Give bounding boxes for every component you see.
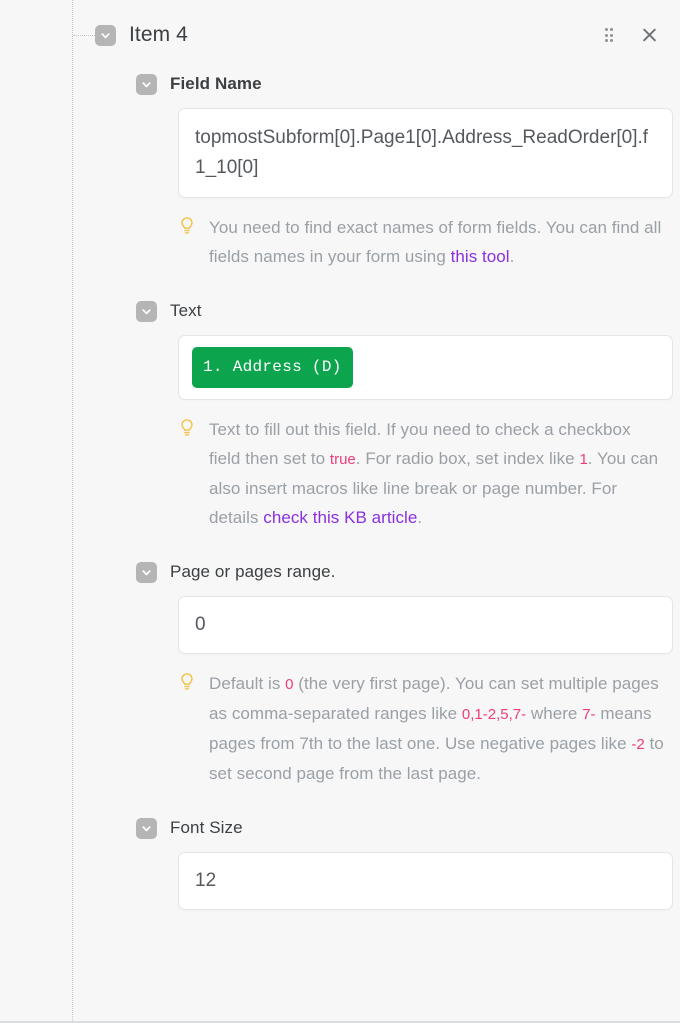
hint-code: 7- — [582, 706, 596, 723]
hint-link[interactable]: this tool — [451, 247, 510, 266]
hint-text: Text to fill out this field. If you need… — [136, 415, 680, 532]
input-font-size[interactable]: 12 — [178, 852, 673, 910]
hint-page-or-pages-range: Default is 0 (the very first page). You … — [136, 669, 680, 788]
lightbulb-icon — [181, 419, 193, 436]
input-wrap-page-or-pages-range: 0 — [136, 596, 680, 654]
hint-link[interactable]: check this KB article — [263, 508, 417, 527]
field-label-row-field-name: Field Name — [136, 70, 680, 98]
item-card-header: Item 4 — [95, 0, 680, 70]
input-wrap-field-name: topmostSubform[0].Page1[0].Address_ReadO… — [136, 108, 680, 198]
hint-text-run: Default is — [209, 674, 286, 693]
hint-text-run: You need to find exact names of form fie… — [209, 218, 662, 266]
field-label-row-font-size: Font Size — [136, 814, 680, 842]
item-card: Item 4 Field Name topmostSubform[0].Page1… — [95, 0, 680, 1021]
toggle-chevron-down-icon[interactable] — [136, 73, 157, 95]
field-group-font-size: Font Size 12 — [95, 814, 680, 936]
field-group-page-or-pages-range: Page or pages range. 0 Default is 0 (the v… — [95, 558, 680, 814]
toggle-chevron-down-icon[interactable] — [136, 817, 157, 839]
lightbulb-icon — [181, 673, 193, 690]
tree-guide-line — [72, 0, 73, 1021]
hint-code: 0,1-2,5,7- — [461, 706, 527, 723]
input-field-name[interactable]: topmostSubform[0].Page1[0].Address_ReadO… — [178, 108, 673, 198]
hint-code: true — [329, 451, 356, 468]
hint-code: 1 — [579, 451, 588, 468]
item-panel: Item 4 Field Name topmostSubform[0].Page1… — [0, 0, 680, 1023]
lightbulb-icon — [181, 217, 193, 234]
field-label-field-name: Field Name — [170, 74, 262, 93]
hint-text: You need to find exact names of form fie… — [209, 213, 666, 271]
hint-field-name: You need to find exact names of form fie… — [136, 213, 680, 271]
page-title: Item 4 — [129, 23, 188, 46]
input-wrap-font-size: 12 — [136, 852, 680, 910]
field-label-page-or-pages-range: Page or pages range. — [170, 562, 336, 581]
toggle-chevron-down-icon[interactable] — [136, 300, 157, 322]
close-icon[interactable] — [640, 26, 658, 44]
field-label-text: Text — [170, 301, 202, 320]
input-wrap-text: 1. Address (D) — [136, 335, 680, 400]
hint-text-run: . — [417, 508, 423, 527]
hint-text-run: where — [526, 704, 583, 723]
field-label-row-page-or-pages-range: Page or pages range. — [136, 558, 680, 586]
field-label-font-size: Font Size — [170, 818, 243, 837]
hint-code: -2 — [631, 736, 645, 753]
field-group-text: Text 1. Address (D) Text to fill out this … — [95, 297, 680, 558]
input-text[interactable]: 1. Address (D) — [178, 335, 673, 400]
hint-text: Default is 0 (the very first page). You … — [209, 669, 666, 788]
token-badge[interactable]: 1. Address (D) — [192, 347, 353, 388]
toggle-chevron-down-icon[interactable] — [136, 561, 157, 583]
fields-container: Field Name topmostSubform[0].Page1[0].Add… — [95, 70, 680, 936]
drag-handle-icon[interactable] — [604, 28, 613, 42]
field-group-field-name: Field Name topmostSubform[0].Page1[0].Add… — [95, 70, 680, 297]
tree-connector-line — [73, 35, 95, 36]
input-page-or-pages-range[interactable]: 0 — [178, 596, 673, 654]
collapse-chevron-down-icon[interactable] — [95, 24, 116, 46]
field-label-row-text: Text — [136, 297, 680, 325]
hint-text: Text to fill out this field. If you need… — [209, 415, 666, 532]
hint-text-run: . For radio box, set index like — [355, 449, 580, 468]
hint-text-run: . — [509, 247, 515, 266]
